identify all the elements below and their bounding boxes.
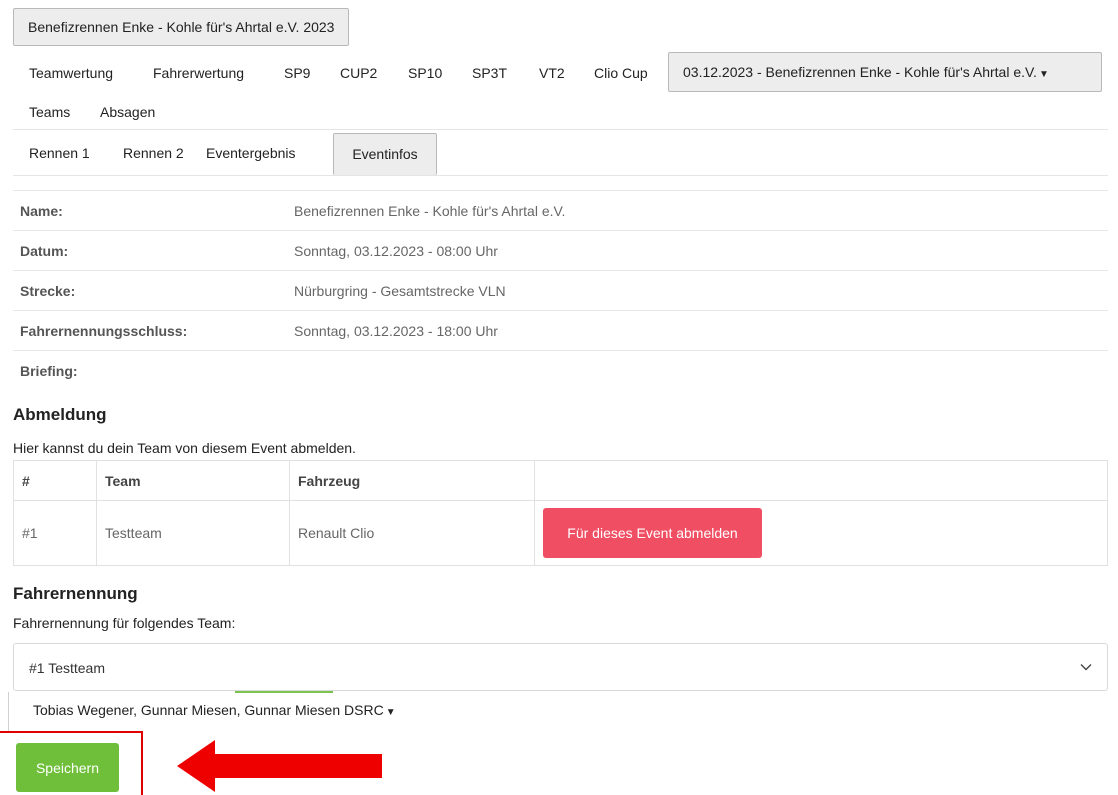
main-nav-row2: Teams Absagen <box>13 94 1108 130</box>
tab-eventergebnis[interactable]: Eventergebnis <box>206 130 296 176</box>
drivers-dropdown[interactable]: Tobias Wegener, Gunnar Miesen, Gunnar Mi… <box>33 700 396 723</box>
caret-down-icon: ▼ <box>1038 69 1049 80</box>
info-value: Sonntag, 03.12.2023 - 08:00 Uhr <box>294 243 498 259</box>
column-header: Team <box>96 460 290 501</box>
info-row-strecke: Strecke: Nürburgring - Gesamtstrecke VLN <box>13 271 1108 311</box>
tab-fahrerwertung[interactable]: Fahrerwertung <box>153 52 244 94</box>
tab-sp3t[interactable]: SP3T <box>472 52 507 94</box>
fahrernennung-description: Fahrernennung für folgendes Team: <box>13 615 236 631</box>
team-number: #1 <box>13 500 97 566</box>
chevron-down-icon <box>1080 664 1092 671</box>
info-label: Briefing: <box>20 363 78 379</box>
info-value: Nürburgring - Gesamtstrecke VLN <box>294 283 506 299</box>
abmeldung-heading: Abmeldung <box>13 405 107 424</box>
tab-teamwertung[interactable]: Teamwertung <box>29 52 113 94</box>
tab-sp10[interactable]: SP10 <box>408 52 442 94</box>
info-value: Benefizrennen Enke - Kohle für's Ahrtal … <box>294 203 566 219</box>
table-header-row: # Team Fahrzeug <box>13 460 1108 501</box>
fahrernennung-heading: Fahrernennung <box>13 584 138 603</box>
tab-rennen-2[interactable]: Rennen 2 <box>123 130 184 176</box>
tab-teams[interactable]: Teams <box>29 94 70 130</box>
column-header: # <box>13 460 97 501</box>
info-label: Datum: <box>20 243 69 259</box>
table-row: #1 Testteam Renault Clio Für dieses Even… <box>13 500 1108 566</box>
drivers-label: Tobias Wegener, Gunnar Miesen, Gunnar Mi… <box>33 702 384 718</box>
team-name: Testteam <box>96 500 290 566</box>
info-row-fahrernennungsschluss: Fahrernennungsschluss: Sonntag, 03.12.20… <box>13 311 1108 351</box>
abmeldung-description: Hier kannst du dein Team von diesem Even… <box>13 440 356 456</box>
info-row-briefing: Briefing: <box>13 351 1108 391</box>
tab-sp9[interactable]: SP9 <box>284 52 310 94</box>
tab-vt2[interactable]: VT2 <box>539 52 565 94</box>
column-header: Fahrzeug <box>289 460 535 501</box>
info-row-name: Name: Benefizrennen Enke - Kohle für's A… <box>13 191 1108 231</box>
info-value: Sonntag, 03.12.2023 - 18:00 Uhr <box>294 323 498 339</box>
divider-line <box>8 692 9 732</box>
tab-rennen-1[interactable]: Rennen 1 <box>29 130 90 176</box>
tab-absagen[interactable]: Absagen <box>100 94 155 130</box>
event-select-dropdown[interactable]: 03.12.2023 - Benefizrennen Enke - Kohle … <box>668 52 1102 92</box>
tab-cup2[interactable]: CUP2 <box>340 52 377 94</box>
team-select-value: #1 Testteam <box>29 660 106 676</box>
info-label: Strecke: <box>20 283 76 299</box>
event-title-button[interactable]: Benefizrennen Enke - Kohle für's Ahrtal … <box>13 8 350 46</box>
save-button[interactable]: Speichern <box>16 743 119 792</box>
caret-down-icon: ▼ <box>385 707 396 718</box>
action-cell: Für dieses Event abmelden <box>534 500 1108 566</box>
info-label: Name: <box>20 203 63 219</box>
unregister-button[interactable]: Für dieses Event abmelden <box>543 508 762 558</box>
sub-nav: Rennen 1 Rennen 2 Eventergebnis Eventinf… <box>13 130 1108 176</box>
tab-clio-cup[interactable]: Clio Cup <box>594 52 648 94</box>
event-info-table: Name: Benefizrennen Enke - Kohle für's A… <box>13 190 1108 391</box>
info-label: Fahrernennungsschluss: <box>20 323 188 339</box>
team-select[interactable]: #1 Testteam <box>13 643 1108 691</box>
column-header <box>534 460 1108 501</box>
info-row-datum: Datum: Sonntag, 03.12.2023 - 08:00 Uhr <box>13 231 1108 271</box>
abmeldung-table: # Team Fahrzeug #1 Testteam Renault Clio… <box>13 460 1108 566</box>
event-select-label: 03.12.2023 - Benefizrennen Enke - Kohle … <box>683 64 1037 80</box>
green-divider <box>235 691 333 693</box>
team-car: Renault Clio <box>289 500 535 566</box>
tab-eventinfos[interactable]: Eventinfos <box>333 133 437 175</box>
annotation-arrow-icon <box>177 740 382 792</box>
